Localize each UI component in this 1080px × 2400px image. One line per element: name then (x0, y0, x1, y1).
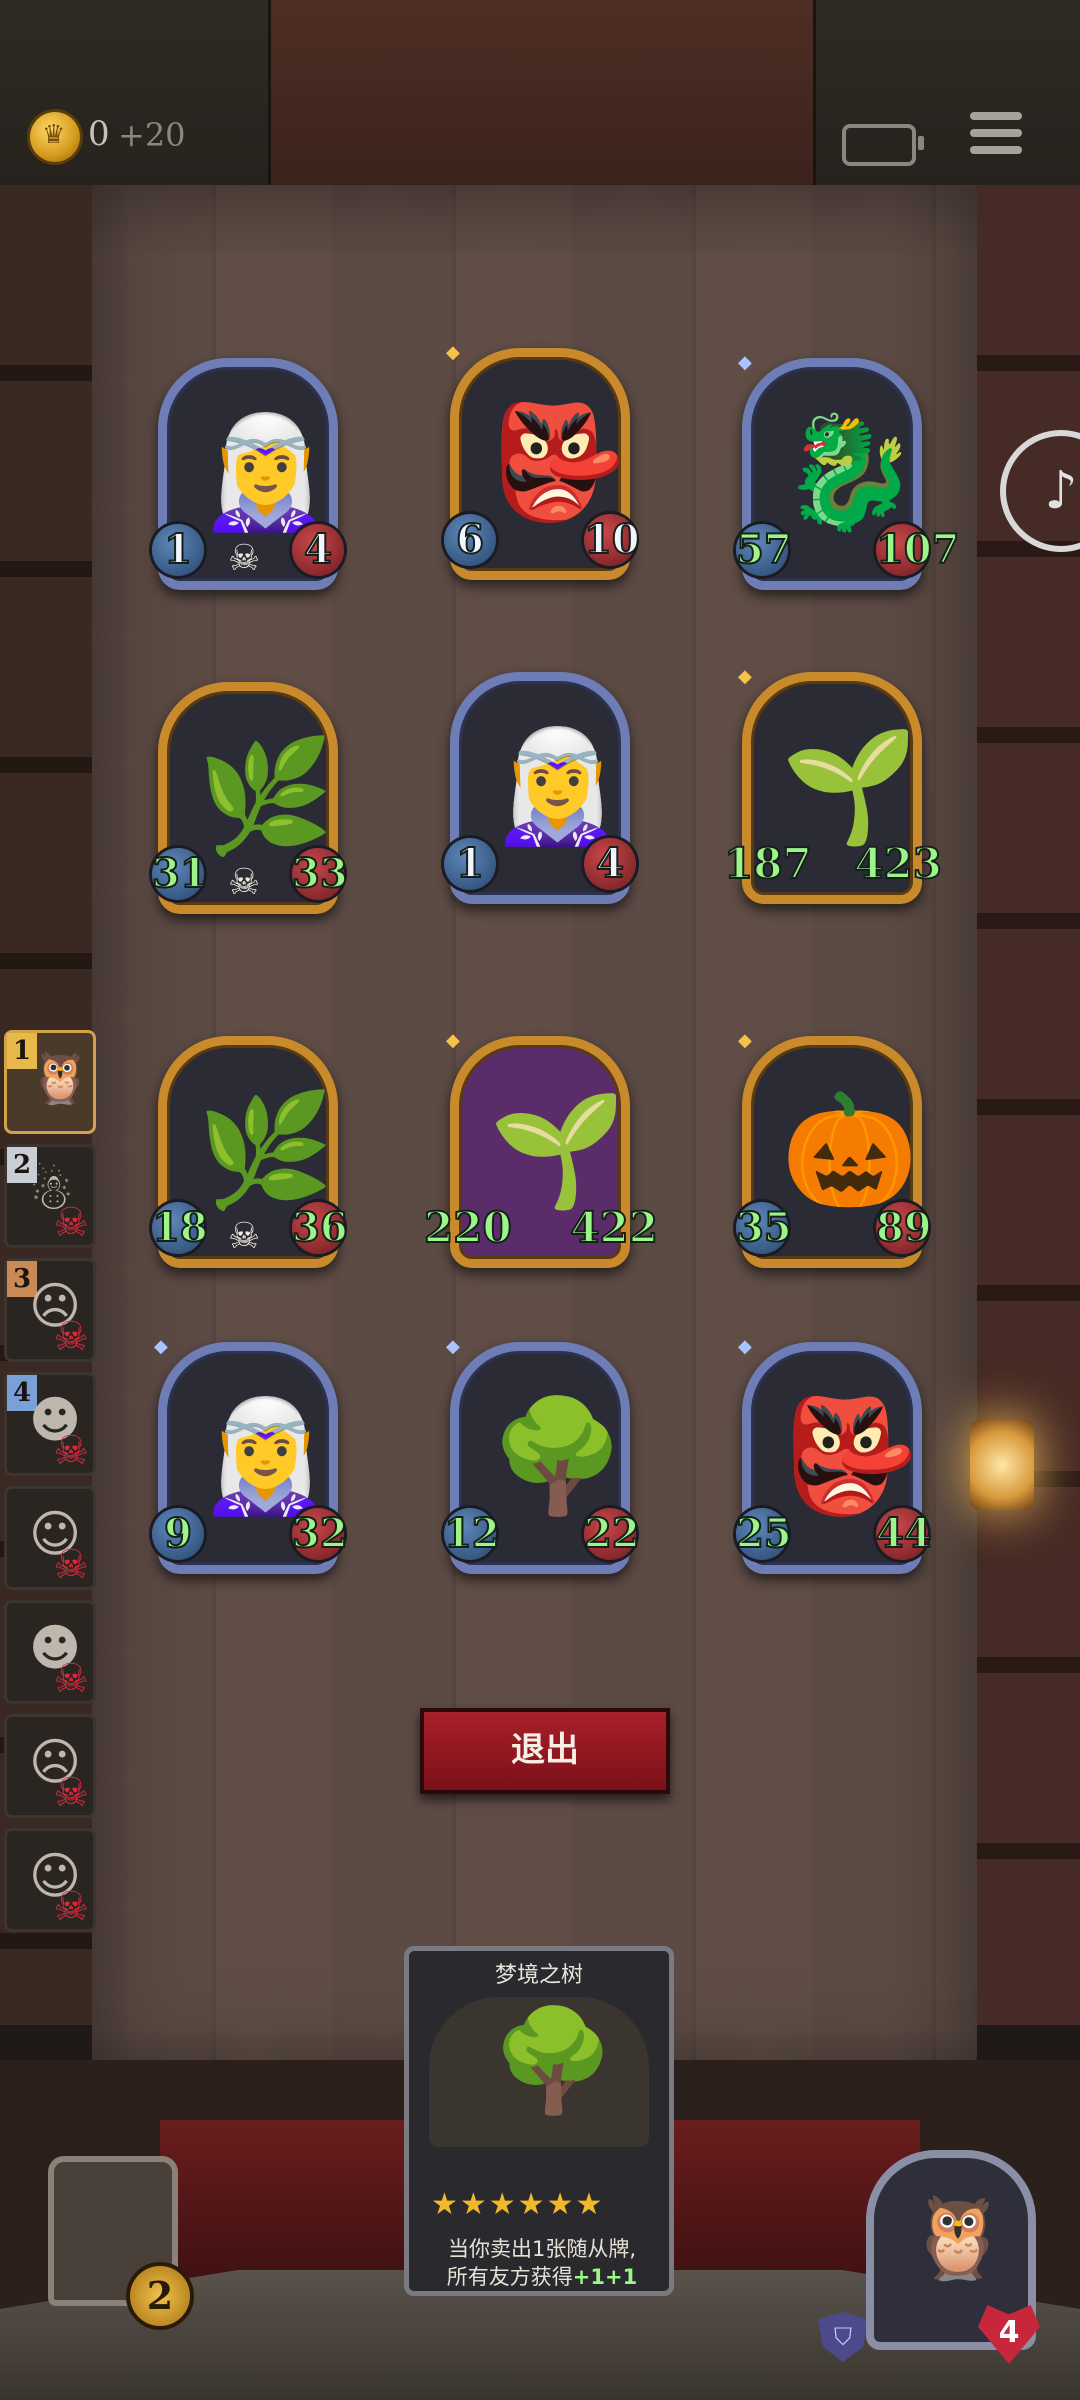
eliminated-skull-icon: ☠ (53, 1770, 89, 1816)
lamp-icon (948, 1390, 1058, 1550)
skull-icon: ☠ (228, 1216, 261, 1257)
board-card[interactable]: 🐉 ◆ 57 107 (735, 352, 961, 590)
health-value: 4 (584, 838, 636, 890)
elf-sorceress-icon: 🧝‍♀️ (197, 1392, 334, 1520)
board-card[interactable]: 🧝‍♀️ 1 4 (444, 672, 636, 904)
opponent-slot[interactable]: 2 ☃ ☠ (4, 1144, 96, 1248)
gem-icon: ◆ (738, 1336, 752, 1357)
health-value: 36 (291, 1202, 349, 1254)
health-value: 4 (292, 524, 344, 576)
top-notch-panel (268, 0, 816, 185)
gem-icon: ◆ (446, 342, 460, 363)
attack-value: 6 (444, 514, 496, 566)
leaf-girl-icon: 🌱 (489, 1086, 626, 1214)
board-card[interactable]: 🎃 ◆ 35 89 (735, 1030, 933, 1268)
red-imp-icon: 👺 (489, 398, 626, 526)
red-imp-icon: 👺 (781, 1392, 918, 1520)
vine-tree-icon: 🌿 (197, 1086, 334, 1214)
desc-line-2-text: 所有友方获得 (446, 2265, 573, 2289)
board-card[interactable]: 🌱 ◆ 220 422 (423, 1030, 659, 1268)
dream-tree-icon: 🌳 (489, 1392, 626, 1520)
coin-count: 0 (88, 114, 110, 154)
eliminated-skull-icon: ☠ (53, 1428, 89, 1474)
eliminated-skull-icon: ☠ (53, 1542, 89, 1588)
health-value: 423 (853, 838, 943, 889)
opponent-slot[interactable]: 4 ☻ ☠ (4, 1372, 96, 1476)
opponent-slot[interactable]: 1 🦉 (4, 1030, 96, 1134)
attack-value: 220 (423, 1202, 513, 1253)
minion-info-card: 梦境之树 🌳 ★★★★★★ 当你卖出1张随从牌, 所有友方获得+1+1 (404, 1946, 674, 2296)
attack-value: 1 (152, 524, 204, 576)
board-card[interactable]: 🌱 ◆ 187 423 (723, 666, 943, 904)
health-value: 44 (875, 1508, 933, 1560)
desc-line-2: 所有友方获得+1+1 (417, 2263, 667, 2291)
opponent-slot[interactable]: ☹ ☠ (4, 1714, 96, 1818)
health-value: 107 (875, 524, 961, 576)
tavern-level-badge: 2 (126, 2262, 194, 2330)
board-card[interactable]: 🌿 31 33 ☠ (151, 682, 349, 914)
gem-icon: ◆ (738, 352, 752, 373)
health-value: 10 (583, 514, 641, 566)
vine-tree-icon: 🌿 (197, 732, 334, 860)
board-card[interactable]: 🧝‍♀️ 1 4 ☠ (152, 358, 344, 590)
board-card[interactable]: 👺 ◆ 6 10 (444, 342, 641, 580)
attack-value: 12 (443, 1508, 501, 1560)
attack-value: 9 (152, 1508, 204, 1560)
attack-value: 57 (735, 524, 793, 576)
menu-icon[interactable] (970, 112, 1022, 162)
attack-value: 35 (735, 1202, 793, 1254)
gem-icon: ◆ (154, 1336, 168, 1357)
health-value: 22 (583, 1508, 641, 1560)
elf-sorceress-icon: 🧝‍♀️ (489, 722, 626, 850)
card-title: 梦境之树 (494, 1963, 583, 1988)
eliminated-skull-icon: ☠ (53, 1884, 89, 1930)
star-rating: ★★★★★★ (431, 2187, 605, 2222)
skull-icon: ☠ (228, 538, 261, 579)
opponent-slot[interactable]: ☺ ☠ (4, 1486, 96, 1590)
board-card[interactable]: 🧝‍♀️ ◆ 9 32 (152, 1336, 349, 1574)
gem-icon: ◆ (446, 1336, 460, 1357)
health-value: 422 (569, 1202, 659, 1253)
desc-bonus: +1+1 (572, 2265, 638, 2289)
gem-icon: ◆ (738, 1030, 752, 1051)
dream-tree-icon: 🌳 (491, 2002, 616, 2119)
attack-value: 18 (151, 1202, 209, 1254)
opponent-slot[interactable]: ☻ ☠ (4, 1600, 96, 1704)
eliminated-skull-icon: ☠ (53, 1314, 89, 1360)
owl-hero-icon: 🦉 (908, 2191, 1008, 2284)
opponent-slot[interactable]: 3 ☹ ☠ (4, 1258, 96, 1362)
board-card[interactable]: 🌳 ◆ 12 22 (443, 1336, 641, 1574)
gem-icon: ◆ (738, 666, 752, 687)
attack-value: 1 (444, 838, 496, 890)
elf-sorceress-icon: 🧝‍♀️ (197, 408, 334, 536)
card-art: 🌳 (429, 1997, 649, 2147)
board-card[interactable]: 🌿 18 36 ☠ (151, 1036, 349, 1268)
eliminated-skull-icon: ☠ (53, 1656, 89, 1702)
board-card[interactable]: 👺 ◆ 25 44 (735, 1336, 933, 1574)
attack-value: 187 (723, 838, 813, 889)
gem-icon: ◆ (446, 1030, 460, 1051)
card-description: 当你卖出1张随从牌, 所有友方获得+1+1 (417, 2235, 667, 2291)
skull-icon: ☠ (228, 862, 261, 903)
health-value: 89 (875, 1202, 933, 1254)
coin-income: +20 (118, 116, 186, 154)
owl-hero-icon: 🦉 (29, 1049, 92, 1107)
attack-value: 25 (735, 1508, 793, 1560)
opponent-slot[interactable]: ☺ ☠ (4, 1828, 96, 1932)
health-value: 33 (291, 848, 349, 900)
health-value: 32 (291, 1508, 349, 1560)
attack-value: 31 (151, 848, 209, 900)
eliminated-skull-icon: ☠ (53, 1200, 89, 1246)
coin-icon (30, 112, 80, 162)
desc-line-1: 当你卖出1张随从牌, (447, 2237, 637, 2261)
exit-button[interactable]: 退出 (420, 1708, 670, 1794)
pumpkin-icon: 🎃 (781, 1086, 918, 1214)
gargoyle-icon: 🐉 (781, 408, 918, 536)
battery-icon (842, 124, 924, 166)
leaf-girl-icon: 🌱 (781, 722, 918, 850)
